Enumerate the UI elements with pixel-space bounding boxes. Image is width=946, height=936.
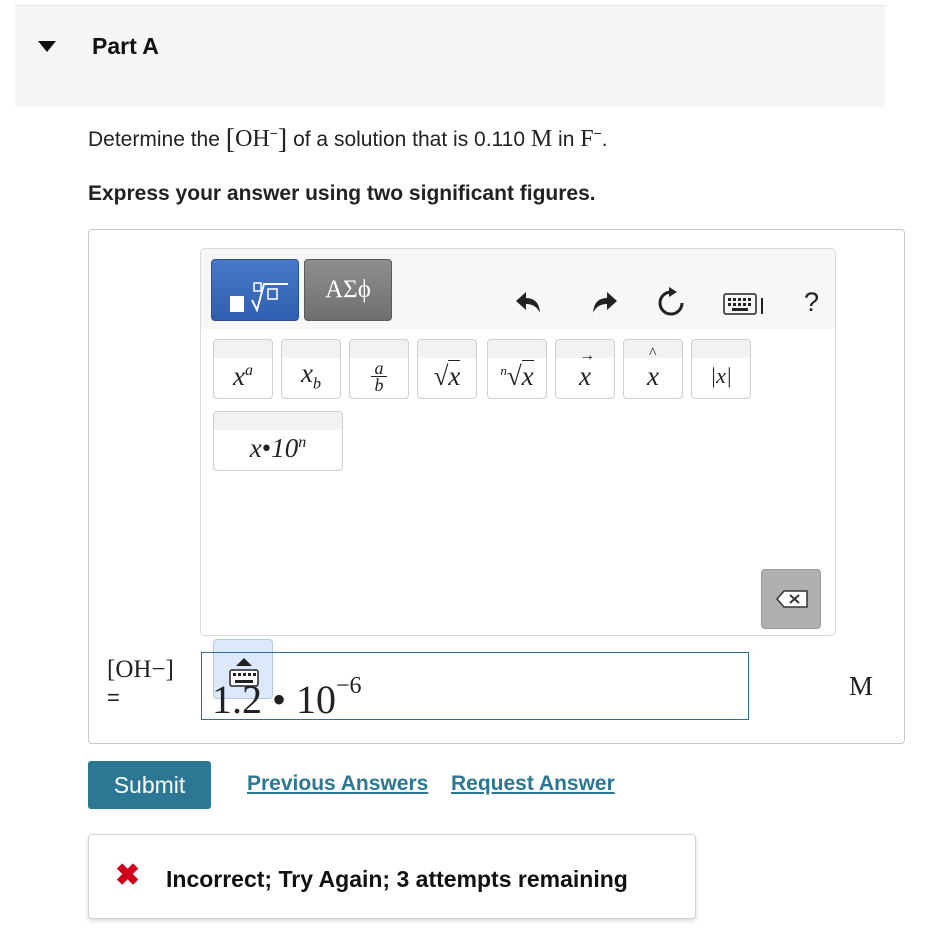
- keyboard-icon[interactable]: [723, 293, 765, 317]
- vector-key[interactable]: x →: [555, 339, 615, 399]
- nth-root-key[interactable]: n√x: [487, 339, 547, 399]
- templates-button[interactable]: [211, 259, 299, 321]
- incorrect-x-icon: ✖: [115, 859, 141, 892]
- editor-keypad: xa xb ab √x n√x x → x ^ |x| x•10n: [201, 329, 835, 699]
- instruction-text: Express your answer using two significan…: [88, 182, 596, 205]
- reset-icon[interactable]: [655, 287, 687, 319]
- subscript-key[interactable]: xb: [281, 339, 341, 399]
- sqrt-key[interactable]: √x: [417, 339, 477, 399]
- request-answer-link[interactable]: Request Answer: [451, 772, 615, 796]
- feedback-box: ✖ Incorrect; Try Again; 3 attempts remai…: [88, 834, 696, 919]
- part-header[interactable]: Part A: [15, 5, 885, 107]
- answer-label: [OH−] =: [107, 656, 174, 710]
- scientific-notation-key[interactable]: x•10n: [213, 411, 343, 471]
- help-icon[interactable]: ?: [804, 289, 819, 316]
- fraction-key[interactable]: ab: [349, 339, 409, 399]
- part-title: Part A: [92, 33, 159, 59]
- species: OH: [235, 126, 270, 152]
- backspace-icon: [776, 590, 808, 608]
- feedback-text: Incorrect; Try Again; 3 attempts remaini…: [166, 866, 628, 892]
- redo-icon[interactable]: [589, 289, 619, 315]
- question-text: Determine the [OH−] of a solution that i…: [88, 124, 608, 155]
- absolute-value-key[interactable]: |x|: [691, 339, 751, 399]
- undo-icon[interactable]: [514, 289, 544, 315]
- math-editor: ΑΣϕ ? xa xb ab √x n√x x → x ^ |x| x•10n: [200, 248, 836, 699]
- submit-button[interactable]: Submit: [88, 761, 211, 809]
- editor-toolbar: ΑΣϕ ?: [201, 249, 835, 329]
- greek-symbols-button[interactable]: ΑΣϕ: [304, 259, 392, 321]
- collapse-caret-icon[interactable]: [38, 41, 56, 52]
- answer-input[interactable]: 1.2 • 10−6: [201, 652, 749, 722]
- answer-unit: M: [849, 671, 874, 701]
- delete-key[interactable]: [761, 569, 821, 629]
- unit-vector-key[interactable]: x ^: [623, 339, 683, 399]
- superscript-key[interactable]: xa: [213, 339, 273, 399]
- previous-answers-link[interactable]: Previous Answers: [247, 772, 428, 796]
- root-template-icon: [251, 282, 288, 313]
